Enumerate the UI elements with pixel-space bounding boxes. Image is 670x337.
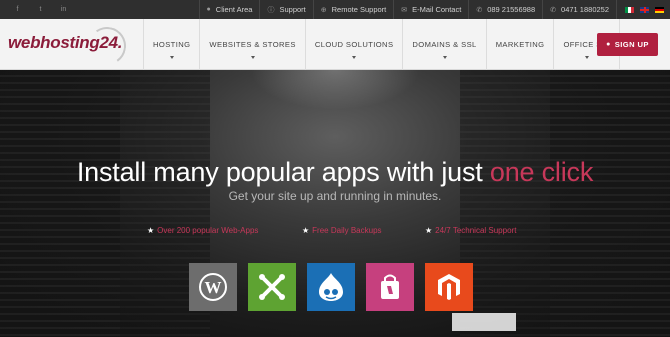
support-link[interactable]: ⓘ Support — [259, 0, 312, 19]
magento-icon[interactable] — [425, 263, 473, 311]
chevron-down-icon — [169, 56, 174, 59]
ceiling-light — [250, 70, 420, 110]
nav-hosting[interactable]: HOSTING — [143, 19, 199, 70]
feature-label: 24/7 Technical Support — [435, 226, 517, 235]
phone-icon: ✆ — [550, 6, 557, 14]
star-icon: ★ — [302, 226, 310, 235]
language-flags — [616, 0, 664, 19]
nav-marketing[interactable]: MARKETING — [485, 19, 554, 70]
joomla-icon[interactable] — [248, 263, 296, 311]
info-icon: ⓘ — [267, 6, 275, 14]
sign-up-button[interactable]: ● SIGN UP — [597, 33, 658, 56]
drupal-icon[interactable] — [307, 263, 355, 311]
client-area-label: Client Area — [215, 5, 253, 14]
nav-websites-stores-label: WEBSITES & STORES — [209, 40, 296, 49]
nav-cloud-solutions-label: CLOUD SOLUTIONS — [314, 40, 394, 49]
nav-domains-ssl[interactable]: DOMAINS & SSL — [402, 19, 485, 70]
twitter-icon[interactable]: t — [29, 6, 52, 13]
user-icon: ● — [606, 41, 611, 48]
phone-bolzano-label: 0471 1880252 — [561, 5, 609, 14]
wordpress-icon[interactable]: W — [189, 263, 237, 311]
nav-cloud-solutions[interactable]: CLOUD SOLUTIONS — [304, 19, 403, 70]
phone-icon: ✆ — [476, 6, 483, 14]
main-navbar: webhosting24. HOSTING WEBSITES & STORES … — [0, 19, 670, 70]
nav-domains-ssl-label: DOMAINS & SSL — [412, 40, 477, 49]
top-links: ● Client Area ⓘ Support ⊕ Remote Support… — [198, 0, 664, 19]
top-bar: f t in ● Client Area ⓘ Support ⊕ Remote … — [0, 0, 670, 19]
feature-item: ★ Free Daily Backups — [302, 226, 382, 235]
hero-headline-main: Install many popular apps with just — [76, 157, 490, 187]
nav-hosting-label: HOSTING — [153, 40, 191, 49]
feature-label: Over 200 popular Web-Apps — [157, 226, 259, 235]
phone-bolzano-link[interactable]: ✆ 0471 1880252 — [542, 0, 616, 19]
feature-list: ★ Over 200 popular Web-Apps ★ Free Daily B… — [0, 226, 670, 238]
app-icons: W — [189, 263, 473, 311]
nav-marketing-label: MARKETING — [495, 40, 545, 49]
svg-text:W: W — [205, 278, 222, 297]
logo[interactable]: webhosting24. — [8, 33, 122, 53]
server-rack-background — [0, 70, 120, 337]
client-area-link[interactable]: ● Client Area — [198, 0, 260, 19]
chevron-down-icon — [442, 56, 447, 59]
chevron-down-icon — [352, 56, 357, 59]
email-contact-label: E-Mail Contact — [412, 5, 462, 14]
email-contact-link[interactable]: ✉ E-Mail Contact — [393, 0, 468, 19]
phone-munich-label: 089 21556988 — [487, 5, 536, 14]
facebook-icon[interactable]: f — [6, 6, 29, 13]
server-rack-background — [460, 70, 550, 337]
remote-support-link[interactable]: ⊕ Remote Support — [312, 0, 394, 19]
linkedin-icon[interactable]: in — [52, 6, 75, 13]
hero-headline-accent: one click — [489, 157, 594, 187]
feature-label: Free Daily Backups — [312, 226, 382, 235]
star-icon: ★ — [425, 226, 433, 235]
support-label: Support — [279, 5, 306, 14]
flag-uk-icon[interactable] — [640, 6, 649, 13]
nav-websites-stores[interactable]: WEBSITES & STORES — [199, 19, 304, 70]
flag-italy-icon[interactable] — [625, 6, 634, 13]
feature-item: ★ Over 200 popular Web-Apps — [147, 226, 258, 235]
user-icon: ● — [206, 6, 211, 13]
hero-subline: Get your site up and running in minutes. — [228, 189, 442, 203]
flag-germany-icon[interactable] — [655, 6, 664, 13]
prestashop-icon[interactable] — [366, 263, 414, 311]
sign-up-label: SIGN UP — [614, 40, 649, 49]
main-nav: HOSTING WEBSITES & STORES CLOUD SOLUTION… — [143, 19, 621, 70]
watermark-overlay — [452, 313, 516, 331]
server-rack-background — [550, 70, 670, 337]
hero-headline: Install many popular apps with just one … — [0, 157, 670, 188]
hero-banner: Install many popular apps with just one … — [0, 70, 670, 337]
phone-munich-link[interactable]: ✆ 089 21556988 — [468, 0, 542, 19]
remote-support-label: Remote Support — [331, 5, 387, 14]
chevron-down-icon — [250, 56, 255, 59]
feature-item: ★ 24/7 Technical Support — [425, 226, 516, 235]
star-icon: ★ — [147, 226, 155, 235]
chevron-down-icon — [584, 56, 589, 59]
remote-icon: ⊕ — [320, 6, 327, 14]
social-links: f t in — [6, 0, 75, 19]
envelope-icon: ✉ — [401, 6, 408, 14]
